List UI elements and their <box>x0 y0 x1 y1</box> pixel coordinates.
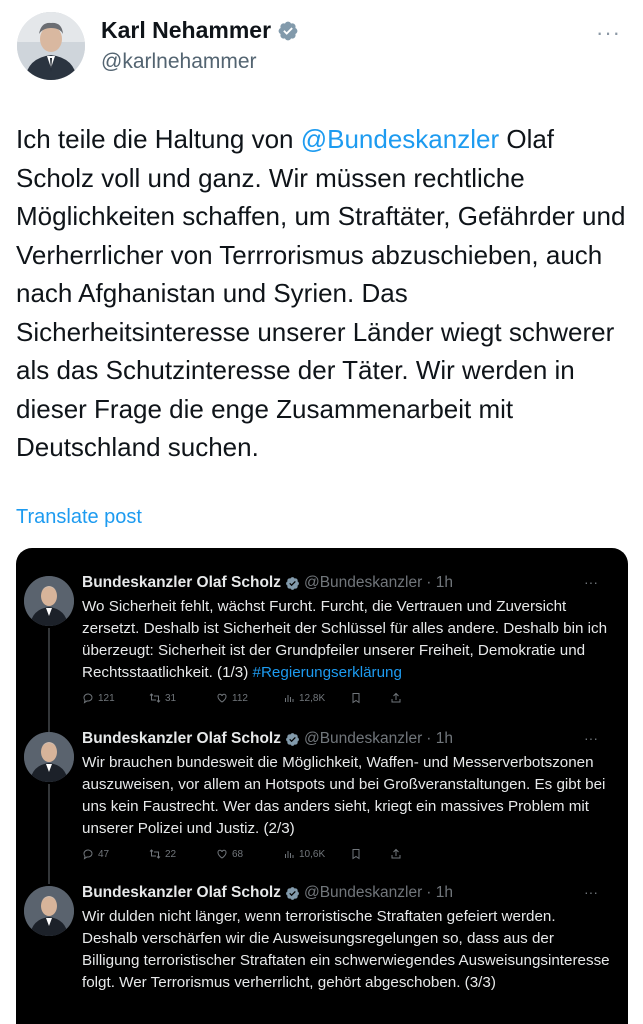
bookmark-button[interactable] <box>350 848 390 860</box>
author-handle[interactable]: @karlnehammer <box>101 50 257 74</box>
post-author-handle[interactable]: @Bundeskanzler <box>304 574 422 592</box>
tweet-text-before: Ich teile die Haltung von <box>16 124 301 154</box>
post-header: Bundeskanzler Olaf Scholz @Bundeskanzler… <box>82 730 453 748</box>
reply-button[interactable]: 121 <box>82 692 149 704</box>
mention-link[interactable]: @Bundeskanzler <box>301 124 499 154</box>
reply-count: 121 <box>98 692 115 704</box>
bookmark-icon <box>352 693 360 704</box>
views-button[interactable]: 12,8K <box>283 692 350 704</box>
views-chart-icon <box>285 695 294 702</box>
post-author-handle[interactable]: @Bundeskanzler <box>304 730 422 748</box>
author-name-row[interactable]: Karl Nehammer <box>101 17 299 44</box>
embedded-screenshot: Bundeskanzler Olaf Scholz @Bundeskanzler… <box>16 548 628 1024</box>
verified-badge-icon <box>286 732 299 746</box>
thread-line <box>48 784 50 884</box>
post-actions: 47 22 68 10,6K <box>82 848 430 860</box>
reply-button[interactable]: 47 <box>82 848 149 860</box>
heart-icon <box>217 849 227 859</box>
post-more-icon[interactable]: ··· <box>584 574 598 590</box>
post-author-name[interactable]: Bundeskanzler Olaf Scholz <box>82 884 281 902</box>
post-text: Wir dulden nicht länger, wenn terroristi… <box>82 908 610 991</box>
like-count: 112 <box>232 692 248 704</box>
repost-count: 31 <box>165 692 177 704</box>
bookmark-icon <box>352 849 360 860</box>
post-author-name[interactable]: Bundeskanzler Olaf Scholz <box>82 730 281 748</box>
post-text: Wir brauchen bundesweit die Möglichkeit,… <box>82 754 606 837</box>
post-avatar <box>24 732 74 782</box>
post-time[interactable]: · 1h <box>426 574 453 592</box>
post-more-icon[interactable]: ··· <box>584 730 598 746</box>
repost-icon <box>149 693 161 703</box>
post-avatar <box>24 576 74 626</box>
reply-count: 47 <box>98 848 110 860</box>
post-header: Bundeskanzler Olaf Scholz @Bundeskanzler… <box>82 574 453 592</box>
repost-icon <box>149 849 161 859</box>
share-icon <box>391 848 401 859</box>
post-more-icon[interactable]: ··· <box>584 884 598 900</box>
post-avatar <box>24 886 74 936</box>
post-author-handle[interactable]: @Bundeskanzler <box>304 884 422 902</box>
bookmark-button[interactable] <box>350 692 390 704</box>
repost-button[interactable]: 31 <box>149 692 216 704</box>
views-chart-icon <box>285 851 294 858</box>
post-header: Bundeskanzler Olaf Scholz @Bundeskanzler… <box>82 884 453 902</box>
repost-button[interactable]: 22 <box>149 848 216 860</box>
verified-badge-icon <box>286 576 299 590</box>
author-name[interactable]: Karl Nehammer <box>101 17 271 44</box>
like-button[interactable]: 112 <box>216 692 283 704</box>
tweet-text: Ich teile die Haltung von @Bundeskanzler… <box>16 120 628 467</box>
post-time[interactable]: · 1h <box>426 884 453 902</box>
share-button[interactable] <box>390 692 430 704</box>
author-avatar[interactable] <box>17 12 85 80</box>
share-button[interactable] <box>390 848 430 860</box>
post-actions: 121 31 112 12,8K <box>82 692 430 704</box>
post-author-name[interactable]: Bundeskanzler Olaf Scholz <box>82 574 281 592</box>
post-text: Wo Sicherheit fehlt, wächst Furcht. Furc… <box>82 596 612 684</box>
views-count: 12,8K <box>299 692 326 704</box>
heart-icon <box>217 693 227 703</box>
views-button[interactable]: 10,6K <box>283 848 350 860</box>
verified-badge-icon <box>286 886 299 900</box>
reply-icon <box>83 693 93 704</box>
thread-line <box>48 628 50 732</box>
verified-badge-icon <box>278 21 298 40</box>
like-button[interactable]: 68 <box>216 848 283 860</box>
tweet-text-after: Olaf Scholz voll und ganz. Wir müssen re… <box>16 124 626 462</box>
reply-icon <box>83 849 93 860</box>
like-count: 68 <box>232 848 244 860</box>
hashtag-link[interactable]: #Regierungserklärung <box>253 664 402 681</box>
more-options-icon[interactable]: ··· <box>596 20 621 46</box>
post-time[interactable]: · 1h <box>426 730 453 748</box>
views-count: 10,6K <box>299 848 326 860</box>
repost-count: 22 <box>165 848 177 860</box>
share-icon <box>391 692 401 703</box>
translate-post-link[interactable]: Translate post <box>16 506 142 529</box>
